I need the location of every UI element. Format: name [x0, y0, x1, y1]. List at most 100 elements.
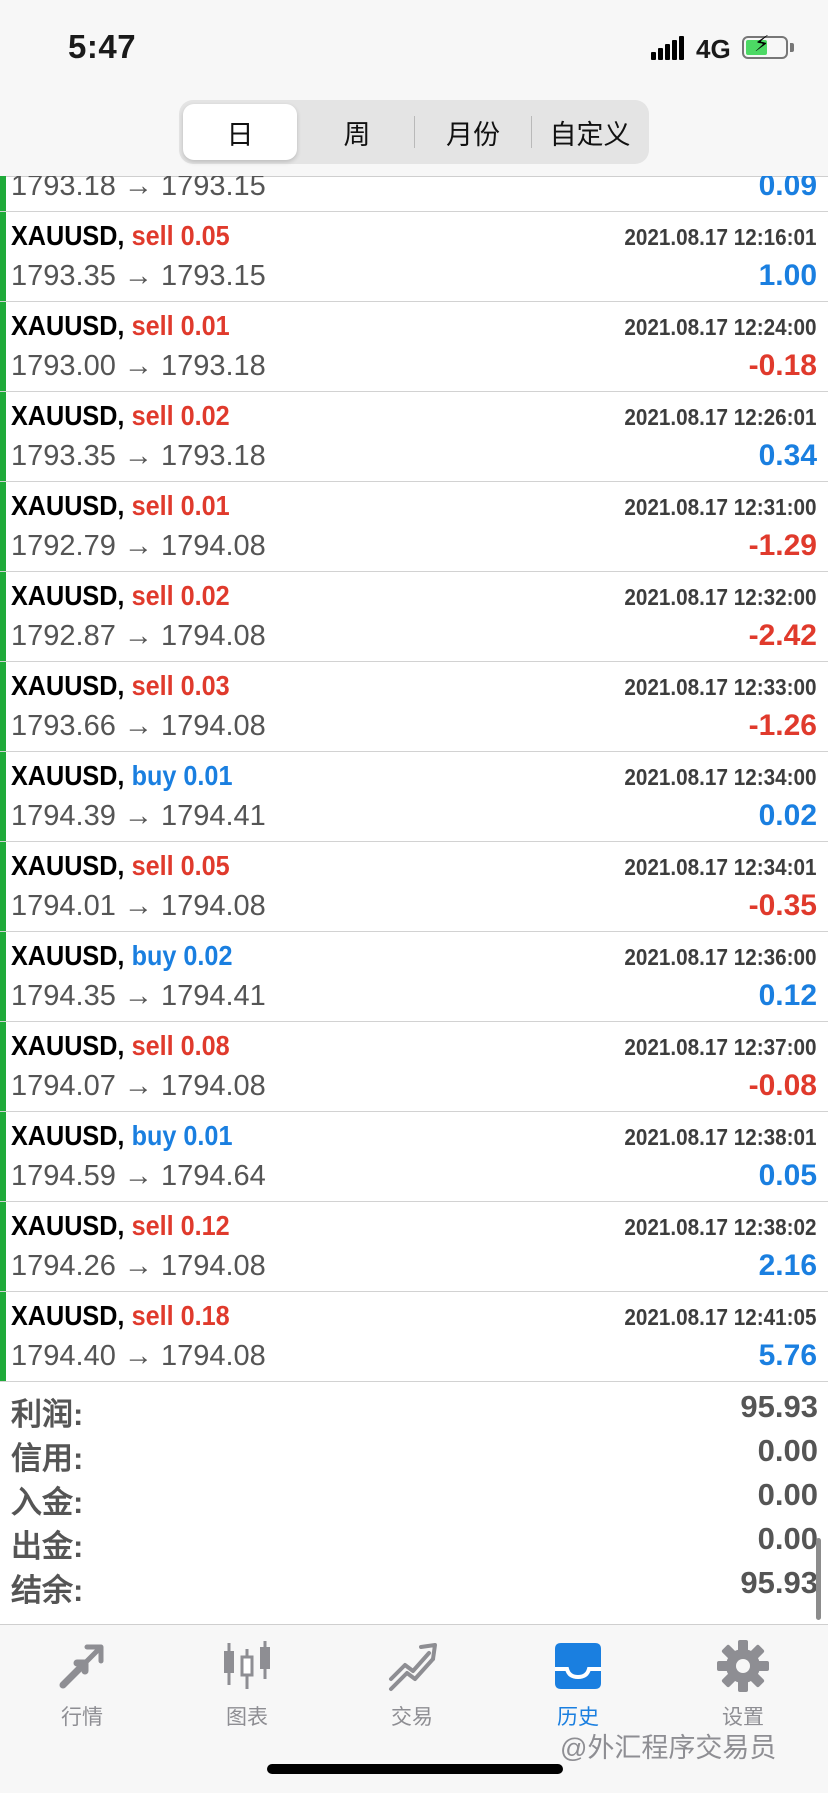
trade-time: 2021.08.17 12:36:00	[624, 944, 817, 970]
tab-history[interactable]: 历史	[518, 1639, 638, 1739]
period-selector-bar: 日 周 月份 自定义	[0, 96, 828, 177]
trade-time: 2021.08.17 12:34:01	[624, 854, 817, 880]
trade-type: buy 0.01	[131, 1120, 233, 1151]
summary-value: 0.00	[757, 1477, 818, 1512]
summary-value: 0.00	[757, 1433, 818, 1468]
period-segmented-control: 日 周 月份 自定义	[179, 100, 649, 164]
status-time: 5:47	[68, 28, 137, 65]
home-indicator[interactable]	[267, 1764, 563, 1774]
trade-type: sell 0.12	[131, 1210, 230, 1241]
trade-title: XAUUSD, sell 0.02	[11, 400, 230, 432]
trade-prices: 1794.59 → 1794.64	[11, 1160, 266, 1192]
summary-profit: 利润: 95.93	[0, 1383, 828, 1432]
summary-label: 结余:	[11, 1573, 84, 1608]
trade-row[interactable]: XAUUSD, sell 0.02 2021.08.17 12:32:00 1792.…	[0, 572, 828, 662]
trade-row[interactable]: XAUUSD, sell 0.01 2021.08.17 12:24:00 1793.…	[0, 302, 828, 392]
trade-row[interactable]: XAUUSD, buy 0.01 2021.08.17 12:34:00 1794.3…	[0, 752, 828, 842]
trade-symbol: XAUUSD,	[11, 850, 125, 881]
scroll-indicator[interactable]	[816, 1538, 821, 1620]
trade-row[interactable]: XAUUSD,sell 0.052021.08.17 12:15:001793.…	[0, 176, 828, 212]
trade-title: XAUUSD, sell 0.01	[11, 490, 230, 522]
trade-type: sell 0.02	[131, 580, 230, 611]
trade-row[interactable]: XAUUSD, sell 0.18 2021.08.17 12:41:05 1794.…	[0, 1292, 828, 1382]
trade-type: buy 0.01	[131, 760, 233, 791]
status-bar: 5:47 4G ⚡	[0, 0, 828, 96]
trade-time: 2021.08.17 12:33:00	[624, 674, 817, 700]
summary-value: 0.00	[757, 1521, 818, 1556]
settings-icon	[717, 1640, 769, 1692]
tab-settings[interactable]: 设置	[683, 1639, 803, 1739]
trade-type: sell 0.18	[131, 1300, 230, 1331]
trade-symbol: XAUUSD,	[11, 1030, 125, 1061]
segment-week[interactable]: 周	[302, 104, 412, 160]
segment-day[interactable]: 日	[183, 104, 297, 160]
trade-title: XAUUSD, buy 0.02	[11, 940, 232, 972]
summary-withdrawal: 出金: 0.00	[0, 1515, 828, 1564]
tab-charts[interactable]: 图表	[187, 1639, 307, 1739]
quotes-icon	[59, 1644, 104, 1689]
trade-icon	[389, 1643, 437, 1691]
trade-time: 2021.08.17 12:41:05	[624, 1304, 817, 1330]
summary-credit: 信用: 0.00	[0, 1427, 828, 1476]
trade-time: 2021.08.17 12:16:01	[624, 224, 817, 250]
trade-title: XAUUSD, buy 0.01	[11, 760, 232, 792]
trade-time: 2021.08.17 12:24:00	[624, 314, 817, 340]
tab-quotes[interactable]: 行情	[22, 1639, 142, 1739]
trade-history-list[interactable]: XAUUSD,sell 0.052021.08.17 12:15:001793.…	[0, 176, 828, 1382]
trade-profit: 1.00	[758, 259, 817, 292]
trade-title: XAUUSD, sell 0.12	[11, 1210, 230, 1242]
segment-divider	[531, 116, 532, 148]
watermark: @外汇程序交易员	[560, 1733, 777, 1763]
trade-profit: 0.34	[758, 439, 817, 472]
trade-profit: 2.16	[758, 1249, 817, 1282]
trade-row[interactable]: XAUUSD, sell 0.01 2021.08.17 12:31:00 1792.…	[0, 482, 828, 572]
trade-profit: 0.05	[758, 1159, 817, 1192]
trade-row[interactable]: XAUUSD, sell 0.12 2021.08.17 12:38:02 1794.…	[0, 1202, 828, 1292]
trade-row[interactable]: XAUUSD, sell 0.05 2021.08.17 12:16:01 1793.…	[0, 212, 828, 302]
trade-type: buy 0.02	[131, 940, 233, 971]
trade-row[interactable]: XAUUSD, sell 0.08 2021.08.17 12:37:00 1794.…	[0, 1022, 828, 1112]
trade-profit: -1.26	[748, 709, 817, 742]
trade-type: sell 0.03	[131, 670, 230, 701]
trade-profit: 0.02	[758, 799, 817, 832]
trade-time: 2021.08.17 12:31:00	[624, 494, 817, 520]
trade-prices: 1794.01 → 1794.08	[11, 890, 266, 922]
trade-profit: -0.35	[748, 889, 817, 922]
trade-symbol: XAUUSD,	[11, 400, 125, 431]
trade-prices: 1794.07 → 1794.08	[11, 1070, 266, 1102]
trade-prices: 1794.35 → 1794.41	[11, 980, 266, 1012]
trade-profit: -2.42	[748, 619, 817, 652]
trade-symbol: XAUUSD,	[11, 490, 125, 521]
tab-trade[interactable]: 交易	[352, 1639, 472, 1739]
trade-prices: 1793.35 → 1793.15	[11, 260, 266, 292]
summary-deposit: 入金: 0.00	[0, 1471, 828, 1520]
chart-icon	[224, 1641, 270, 1689]
trade-row[interactable]: XAUUSD, sell 0.05 2021.08.17 12:34:01 1794.…	[0, 842, 828, 932]
segment-divider	[414, 116, 415, 148]
trade-title: XAUUSD, sell 0.05	[11, 220, 230, 252]
trade-row[interactable]: XAUUSD, buy 0.01 2021.08.17 12:38:01 1794.5…	[0, 1112, 828, 1202]
signal-strength-icon	[651, 36, 689, 60]
segment-month[interactable]: 月份	[417, 104, 529, 160]
trade-symbol: XAUUSD,	[11, 1210, 125, 1241]
account-summary: 利润: 95.93 信用: 0.00 入金: 0.00 出金: 0.00 结余:…	[0, 1383, 828, 1623]
trade-symbol: XAUUSD,	[11, 670, 125, 701]
trade-row[interactable]: XAUUSD, sell 0.02 2021.08.17 12:26:01 1793.…	[0, 392, 828, 482]
trade-prices: 1794.40 → 1794.08	[11, 1340, 266, 1372]
summary-balance: 结余: 95.93	[0, 1559, 828, 1608]
trade-type: sell 0.02	[131, 400, 230, 431]
trade-title: XAUUSD, buy 0.01	[11, 1120, 232, 1152]
segment-custom[interactable]: 自定义	[534, 104, 646, 160]
trade-symbol: XAUUSD,	[11, 1120, 125, 1151]
trade-title: XAUUSD, sell 0.18	[11, 1300, 230, 1332]
trade-symbol: XAUUSD,	[11, 310, 125, 341]
trade-time: 2021.08.17 12:38:02	[624, 1214, 817, 1240]
trade-profit: -0.08	[748, 1069, 817, 1102]
trade-symbol: XAUUSD,	[11, 580, 125, 611]
trade-row[interactable]: XAUUSD, buy 0.02 2021.08.17 12:36:00 1794.3…	[0, 932, 828, 1022]
trade-row[interactable]: XAUUSD, sell 0.03 2021.08.17 12:33:00 1793.…	[0, 662, 828, 752]
trade-prices: 1793.66 → 1794.08	[11, 710, 266, 742]
trade-type: sell 0.01	[131, 310, 230, 341]
trade-prices: 1792.79 → 1794.08	[11, 530, 266, 562]
trade-symbol: XAUUSD,	[11, 940, 125, 971]
